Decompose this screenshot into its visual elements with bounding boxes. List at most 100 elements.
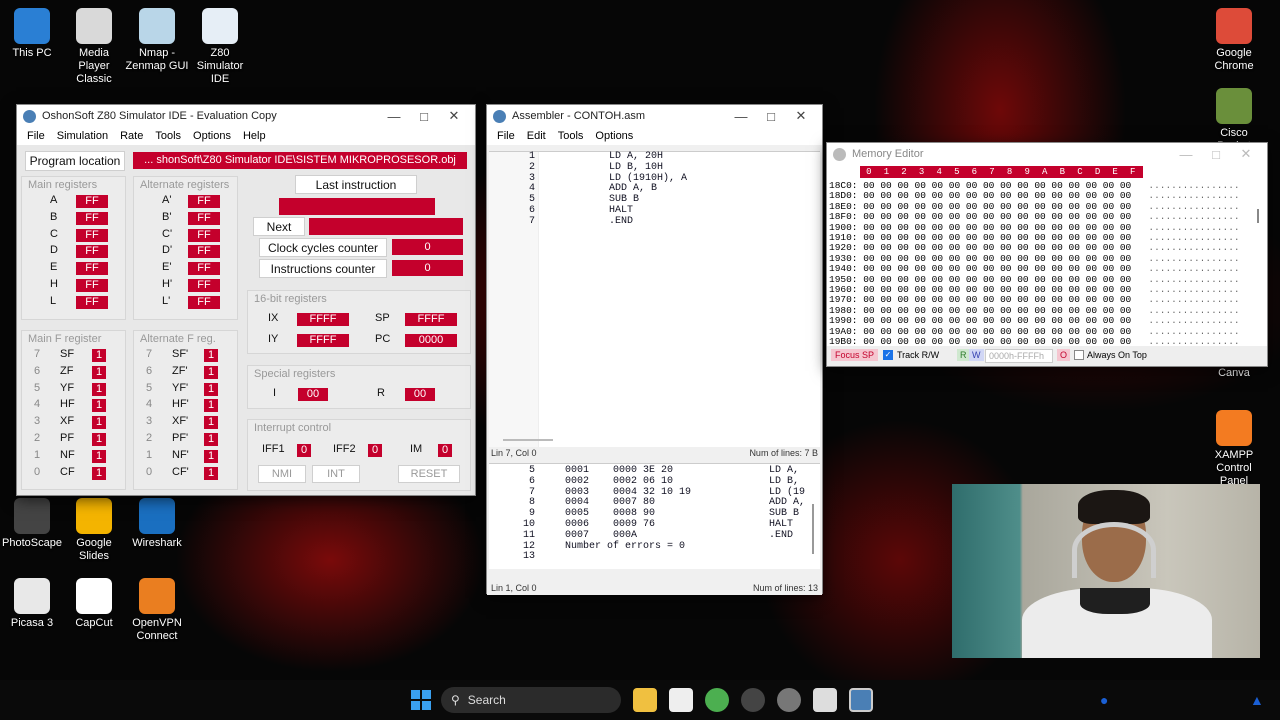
memory-byte[interactable]: 00 [897, 211, 908, 222]
flag-value[interactable]: 1 [204, 416, 218, 430]
read-button[interactable]: R [957, 349, 970, 361]
memory-byte[interactable]: 00 [915, 315, 926, 326]
memory-byte[interactable]: 00 [880, 336, 891, 346]
memory-byte[interactable]: 00 [1000, 242, 1011, 253]
memory-byte[interactable]: 00 [1069, 284, 1080, 295]
memory-byte[interactable]: 00 [1000, 336, 1011, 346]
memory-byte[interactable]: 00 [966, 284, 977, 295]
memory-byte[interactable]: 00 [880, 180, 891, 191]
memory-byte[interactable]: 00 [1051, 284, 1062, 295]
source-editor[interactable]: 1 LD A, 20H 2 LD B, 10H 3 LD (1910H), A 4 ADD A… [489, 151, 820, 447]
memory-byte[interactable]: 00 [1000, 222, 1011, 233]
z80-taskbar-icon[interactable] [849, 688, 873, 712]
desktop-shortcut[interactable]: This PC [0, 8, 64, 60]
instructions-counter-button[interactable]: Instructions counter [259, 259, 387, 278]
memory-byte[interactable]: 00 [1017, 263, 1028, 274]
memory-byte[interactable]: 00 [880, 315, 891, 326]
memory-byte[interactable]: 00 [1120, 294, 1131, 305]
flag-value[interactable]: 1 [92, 399, 106, 413]
sim-menu-item[interactable]: Rate [114, 130, 149, 142]
memory-byte[interactable]: 00 [932, 326, 943, 337]
memory-byte[interactable]: 00 [1000, 211, 1011, 222]
memory-byte[interactable]: 00 [1034, 211, 1045, 222]
memory-byte[interactable]: 00 [880, 201, 891, 212]
memory-byte[interactable]: 00 [1051, 253, 1062, 264]
sim-menu-item[interactable]: Tools [149, 130, 187, 142]
memory-byte[interactable]: 00 [1069, 274, 1080, 285]
memory-byte[interactable]: 00 [897, 284, 908, 295]
memory-byte[interactable]: 00 [1086, 201, 1097, 212]
memory-byte[interactable]: 00 [1103, 232, 1114, 243]
memory-byte[interactable]: 00 [1034, 232, 1045, 243]
memory-byte[interactable]: 00 [915, 336, 926, 346]
memory-byte[interactable]: 00 [949, 222, 960, 233]
memory-byte[interactable]: 00 [1086, 326, 1097, 337]
register-value[interactable]: FF [76, 195, 108, 208]
memory-byte[interactable]: 00 [1103, 242, 1114, 253]
memory-byte[interactable]: 00 [863, 284, 874, 295]
memory-byte[interactable]: 00 [1017, 315, 1028, 326]
memory-byte[interactable]: 00 [897, 190, 908, 201]
i-value[interactable]: 00 [298, 388, 328, 401]
memory-byte[interactable]: 00 [983, 326, 994, 337]
memory-byte[interactable]: 00 [1069, 263, 1080, 274]
memory-byte[interactable]: 00 [983, 190, 994, 201]
memory-byte[interactable]: 00 [863, 305, 874, 316]
nmi-button[interactable]: NMI [258, 465, 306, 483]
memory-byte[interactable]: 00 [1069, 190, 1080, 201]
memory-byte[interactable]: 00 [949, 315, 960, 326]
memory-byte[interactable]: 00 [1000, 305, 1011, 316]
register-value[interactable]: FF [76, 262, 108, 276]
memory-byte[interactable]: 00 [880, 242, 891, 253]
flag-value[interactable]: 1 [92, 466, 106, 480]
register-value[interactable]: FF [76, 245, 108, 259]
mem-title-bar[interactable]: Memory Editor — □ ✕ [827, 143, 1267, 165]
memory-byte[interactable]: 00 [897, 242, 908, 253]
memory-byte[interactable]: 00 [983, 211, 994, 222]
chrome-taskbar-icon[interactable] [705, 688, 729, 712]
memory-byte[interactable]: 00 [1034, 242, 1045, 253]
memory-byte[interactable]: 00 [932, 242, 943, 253]
memory-byte[interactable]: 00 [1051, 222, 1062, 233]
memory-byte[interactable]: 00 [1000, 253, 1011, 264]
recorder-icon[interactable] [741, 688, 765, 712]
memory-byte[interactable]: 00 [1069, 201, 1080, 212]
flag-value[interactable]: 1 [204, 399, 218, 413]
memory-byte[interactable]: 00 [1069, 211, 1080, 222]
memory-byte[interactable]: 00 [880, 274, 891, 285]
memory-byte[interactable]: 00 [1086, 242, 1097, 253]
memory-byte[interactable]: 00 [915, 305, 926, 316]
memory-byte[interactable]: 00 [932, 190, 943, 201]
memory-byte[interactable]: 00 [1103, 211, 1114, 222]
maximize-icon[interactable]: □ [1201, 147, 1231, 162]
clock-cycles-button[interactable]: Clock cycles counter [259, 238, 387, 257]
memory-byte[interactable]: 00 [1069, 315, 1080, 326]
memory-byte[interactable]: 00 [1086, 211, 1097, 222]
iff1-value[interactable]: 0 [297, 444, 311, 457]
memory-byte[interactable]: 00 [983, 222, 994, 233]
memory-byte[interactable]: 00 [1017, 253, 1028, 264]
memory-byte[interactable]: 00 [1034, 336, 1045, 346]
memory-byte[interactable]: 00 [949, 294, 960, 305]
memory-byte[interactable]: 00 [966, 315, 977, 326]
memory-byte[interactable]: 00 [1017, 211, 1028, 222]
memory-byte[interactable]: 00 [1034, 305, 1045, 316]
memory-byte[interactable]: 00 [1120, 274, 1131, 285]
minimize-icon[interactable]: — [379, 109, 409, 124]
memory-byte[interactable]: 00 [1034, 222, 1045, 233]
register-value[interactable]: FF [188, 195, 220, 208]
microphone-icon[interactable]: ● [1100, 692, 1108, 708]
memory-byte[interactable]: 00 [1034, 294, 1045, 305]
memory-byte[interactable]: 00 [983, 294, 994, 305]
im-value[interactable]: 0 [438, 444, 452, 457]
memory-byte[interactable]: 00 [1086, 284, 1097, 295]
register-value[interactable]: FF [76, 211, 108, 225]
register-value[interactable]: FF [188, 211, 220, 225]
memory-byte[interactable]: 00 [897, 274, 908, 285]
flag-value[interactable]: 1 [204, 382, 218, 396]
memory-byte[interactable]: 00 [949, 336, 960, 346]
memory-byte[interactable]: 00 [983, 315, 994, 326]
maximize-icon[interactable]: □ [409, 109, 439, 124]
desktop-shortcut[interactable]: XAMPP Control Panel [1202, 410, 1266, 488]
memory-byte[interactable]: 00 [1103, 294, 1114, 305]
